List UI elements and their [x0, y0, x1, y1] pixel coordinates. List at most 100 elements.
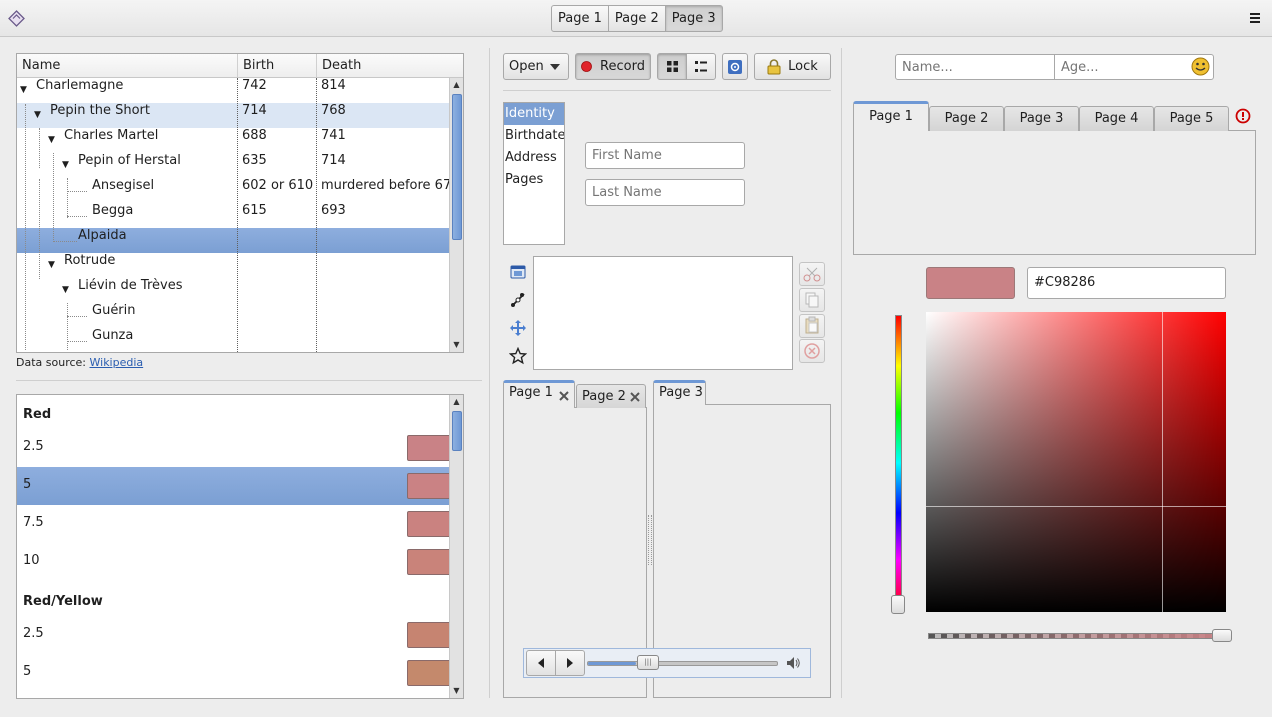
scissors-icon: [803, 267, 821, 282]
family-tree-view[interactable]: Name Birth Death ▼ Charlemagne 742 814 ▼…: [16, 53, 464, 353]
tree-cell-name[interactable]: Pepin the Short: [50, 103, 150, 128]
column-header-death[interactable]: Death: [317, 54, 463, 78]
switcher-page-1[interactable]: Page 1: [551, 5, 609, 32]
grid-view-icon: [666, 61, 678, 72]
sidebar-item-address[interactable]: Address: [504, 147, 564, 169]
tree-cell-death: 768: [321, 103, 346, 118]
color-group-header: Red/Yellow: [23, 594, 103, 609]
right-tab-page-2[interactable]: Page 2: [929, 106, 1004, 131]
cut-button[interactable]: [799, 262, 825, 286]
tree-cell-name[interactable]: Gunza: [92, 328, 133, 352]
color-list-item[interactable]: 5: [17, 654, 463, 692]
right-tab-page-4[interactable]: Page 4: [1079, 106, 1154, 131]
column-header-birth[interactable]: Birth: [238, 54, 317, 78]
color-list-item[interactable]: 10: [17, 543, 463, 581]
seek-slider[interactable]: [587, 661, 778, 666]
tab-page-1[interactable]: Page 1: [503, 380, 575, 408]
right-tab-page-5[interactable]: Page 5: [1154, 106, 1229, 131]
color-list-item-selected[interactable]: 5: [17, 467, 463, 505]
color-list-scrollbar[interactable]: ▲ ▼: [449, 395, 463, 698]
lock-button[interactable]: Lock: [754, 53, 831, 80]
copy-button[interactable]: [799, 288, 825, 312]
tree-cell-name[interactable]: Rotrude: [64, 253, 115, 278]
settings-toggle-button[interactable]: [722, 53, 748, 80]
alpha-slider-handle[interactable]: [1212, 629, 1232, 642]
current-color-swatch[interactable]: [926, 267, 1015, 299]
switcher-page-3[interactable]: Page 3: [664, 5, 723, 32]
age-field[interactable]: [1054, 54, 1214, 80]
wikipedia-link[interactable]: Wikipedia: [90, 356, 144, 369]
scroll-down-arrow-icon[interactable]: ▼: [450, 338, 463, 352]
tree-cell-name[interactable]: Pepin of Herstal: [78, 153, 181, 178]
pane-handle[interactable]: [648, 515, 652, 565]
color-list-item[interactable]: 2.5: [17, 429, 463, 467]
tree-cell-name[interactable]: Charlemagne: [36, 78, 123, 103]
right-tab-page-3[interactable]: Page 3: [1004, 106, 1079, 131]
scroll-down-arrow-icon[interactable]: ▼: [450, 684, 463, 698]
tree-cell-name[interactable]: Alpaida: [78, 228, 127, 253]
tree-cell-name[interactable]: Begga: [92, 203, 133, 228]
expander-arrow-icon[interactable]: ▼: [62, 153, 72, 178]
expander-arrow-icon[interactable]: ▼: [48, 253, 58, 278]
scroll-up-arrow-icon[interactable]: ▲: [450, 395, 463, 409]
text-view[interactable]: [533, 256, 793, 370]
previous-button[interactable]: [526, 650, 556, 676]
tree-cell-birth: 602 or 610: [242, 178, 314, 193]
seek-slider-handle[interactable]: |||: [637, 655, 659, 670]
close-icon[interactable]: [629, 391, 641, 403]
right-tab-page-1[interactable]: Page 1: [853, 101, 929, 131]
tree-cell-death: 814: [321, 78, 346, 93]
copy-icon: [805, 292, 819, 308]
sidebar-item-identity[interactable]: Identity: [504, 103, 564, 125]
star-icon[interactable]: [509, 347, 527, 365]
seek-slider-fill: [588, 662, 636, 665]
sidebar-item-birthdate[interactable]: Birthdate: [504, 125, 564, 147]
paste-button[interactable]: [799, 314, 825, 338]
volume-icon[interactable]: [786, 656, 800, 670]
first-name-field[interactable]: [585, 142, 745, 169]
move-arrows-icon[interactable]: [509, 319, 527, 337]
color-list-item[interactable]: 7.5: [17, 505, 463, 543]
color-list[interactable]: Red 2.5 5 7.5 10 Red/Yellow 2.5 5 ▲ ▼: [16, 394, 464, 699]
tree-cell-name[interactable]: Charles Martel: [64, 128, 158, 153]
expander-arrow-icon[interactable]: ▼: [62, 278, 72, 303]
grid-view-button[interactable]: [657, 53, 687, 80]
hue-slider-handle[interactable]: [891, 595, 905, 614]
warning-icon[interactable]: [1235, 108, 1251, 124]
scroll-up-arrow-icon[interactable]: ▲: [450, 78, 463, 92]
scrollbar-thumb[interactable]: [452, 411, 462, 451]
open-menu-button[interactable]: Open: [503, 53, 569, 80]
scrollbar-thumb[interactable]: [452, 94, 462, 240]
color-item-label: 2.5: [23, 439, 44, 454]
tree-guide: [67, 191, 87, 192]
color-list-item[interactable]: 2.5: [17, 616, 463, 654]
delete-button[interactable]: [799, 339, 825, 363]
record-button[interactable]: Record: [575, 53, 651, 80]
sidebar-item-pages[interactable]: Pages: [504, 169, 564, 191]
expander-arrow-icon[interactable]: ▼: [34, 103, 44, 128]
expander-arrow-icon[interactable]: ▼: [20, 78, 30, 103]
hex-color-field[interactable]: #C98286: [1027, 267, 1226, 299]
hue-slider[interactable]: [895, 315, 902, 611]
tab-page-2[interactable]: Page 2: [576, 384, 646, 408]
name-field[interactable]: [895, 54, 1055, 80]
expander-arrow-icon[interactable]: ▼: [48, 128, 58, 153]
stack-switcher: Page 1 Page 2 Page 3: [551, 5, 723, 32]
column-header-name[interactable]: Name: [17, 54, 238, 78]
last-name-field[interactable]: [585, 179, 745, 206]
tree-cell-name[interactable]: Guérin: [92, 303, 136, 328]
tree-cell-name[interactable]: Liévin de Trèves: [78, 278, 182, 303]
saturation-value-plane[interactable]: [926, 312, 1226, 612]
tree-cell-name[interactable]: Ansegisel: [92, 178, 154, 203]
window-icon[interactable]: [509, 263, 527, 281]
hamburger-menu-icon[interactable]: [1249, 12, 1261, 24]
separator: [489, 48, 490, 698]
switcher-page-2[interactable]: Page 2: [607, 5, 666, 32]
list-view-button[interactable]: [686, 53, 716, 80]
tab-page-3[interactable]: Page 3: [653, 380, 706, 405]
smiley-icon[interactable]: [1191, 57, 1210, 76]
next-button[interactable]: [555, 650, 585, 676]
tree-scrollbar[interactable]: ▲ ▼: [449, 78, 463, 352]
drawing-tool-icon[interactable]: [509, 291, 527, 309]
close-icon[interactable]: [558, 390, 570, 402]
